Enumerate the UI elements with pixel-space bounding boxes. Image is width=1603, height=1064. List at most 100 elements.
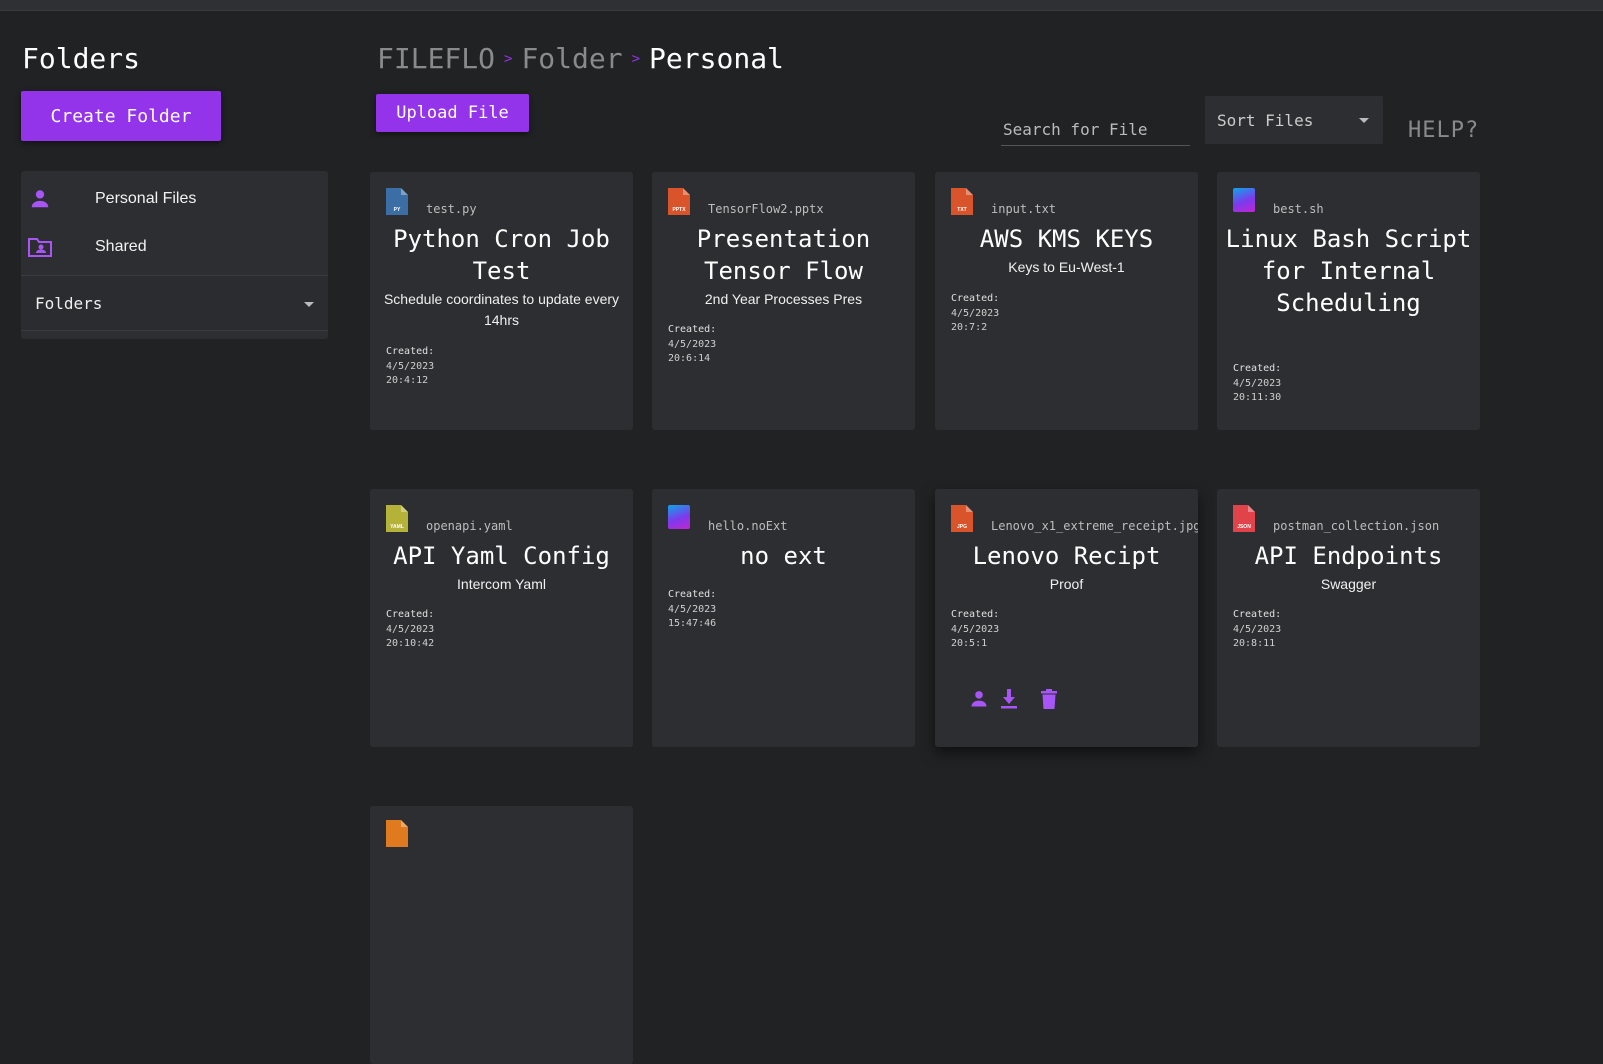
created-label: Created:: [386, 346, 435, 357]
file-created: Created: 4/5/2023 15:47:46: [668, 588, 716, 632]
chevron-down-icon: [1359, 118, 1369, 123]
created-time: 20:5:1: [951, 638, 988, 649]
created-time: 20:10:42: [386, 638, 435, 649]
search-input[interactable]: [1001, 113, 1190, 146]
created-date: 4/5/2023: [1233, 377, 1282, 389]
sidebar-item-shared[interactable]: Shared: [21, 225, 328, 269]
created-label: Created:: [951, 609, 1000, 620]
created-date: 4/5/2023: [386, 623, 435, 635]
sidebar-title: Folders: [22, 42, 141, 75]
file-card[interactable]: PY test.py Python Cron Job Test Schedule…: [370, 172, 633, 430]
file-title-text: API Endpoints: [1254, 542, 1443, 570]
file-card-partial[interactable]: [370, 806, 633, 1064]
file-description: Swagger: [1320, 576, 1377, 592]
file-created: Created: 4/5/2023 20:7:2: [951, 292, 999, 336]
file-created: Created: 4/5/2023 20:11:30: [1233, 362, 1281, 406]
created-label: Created:: [951, 293, 1000, 304]
created-date: 4/5/2023: [668, 338, 717, 350]
breadcrumb-current: Personal: [649, 42, 784, 75]
file-title-text: Presentation Tensor Flow: [696, 225, 871, 285]
file-name: Lenovo_x1_extreme_receipt.jpg: [991, 519, 1198, 533]
created-date: 4/5/2023: [386, 360, 435, 372]
breadcrumb: FILEFLO > Folder > Personal: [377, 42, 784, 75]
share-icon[interactable]: [967, 689, 991, 709]
download-icon[interactable]: [997, 689, 1021, 709]
file-title-text: Python Cron Job Test: [393, 225, 610, 285]
created-time: 20:7:2: [951, 322, 988, 333]
file-description: Schedule coordinates to update every 14h…: [383, 291, 620, 328]
file-title-text: API Yaml Config: [393, 542, 610, 570]
file-icon: PY: [386, 188, 408, 215]
top-app-bar: [0, 0, 1603, 11]
created-label: Created:: [1233, 363, 1282, 374]
file-title: Lenovo Recipt Proof: [943, 540, 1190, 595]
folders-dropdown[interactable]: Folders: [21, 275, 328, 331]
file-type-label: JPG: [957, 524, 967, 530]
breadcrumb-separator: >: [631, 50, 641, 67]
created-time: 20:11:30: [1233, 392, 1282, 403]
sidebar-item-label: Personal Files: [95, 190, 197, 207]
file-icon: JSON: [1233, 505, 1255, 532]
created-time: 20:8:11: [1233, 638, 1276, 649]
folders-dropdown-label: Folders: [35, 293, 103, 313]
sort-files-label: Sort Files: [1217, 111, 1314, 130]
sort-files-select[interactable]: Sort Files: [1205, 96, 1383, 144]
created-time: 20:4:12: [386, 375, 429, 386]
upload-file-button[interactable]: Upload File: [376, 94, 529, 132]
created-date: 4/5/2023: [1233, 623, 1282, 635]
created-date: 4/5/2023: [951, 623, 1000, 635]
folder-shared-icon: [25, 236, 55, 258]
breadcrumb-root[interactable]: FILEFLO: [377, 42, 495, 75]
file-card[interactable]: JSON postman_collection.json API Endpoin…: [1217, 489, 1480, 747]
file-created: Created: 4/5/2023 20:6:14: [668, 323, 716, 367]
file-description: Intercom Yaml: [457, 576, 546, 592]
file-title: no ext: [660, 540, 907, 574]
file-title: Linux Bash Script for Internal Schedulin…: [1225, 223, 1472, 321]
file-description: Proof: [1049, 576, 1084, 592]
file-created: Created: 4/5/2023 20:5:1: [951, 608, 999, 652]
file-name: input.txt: [991, 202, 1057, 216]
delete-icon[interactable]: [1037, 689, 1061, 709]
chevron-down-icon: [304, 302, 314, 307]
file-description: Keys to Eu-West-1: [1008, 259, 1125, 275]
file-card[interactable]: JPG Lenovo_x1_extreme_receipt.jpg Lenovo…: [935, 489, 1198, 747]
sidebar-item-label: Shared: [95, 238, 147, 255]
sidebar-item-personal-files[interactable]: Personal Files: [21, 177, 328, 221]
create-folder-button[interactable]: Create Folder: [21, 91, 221, 141]
file-title-text: no ext: [740, 542, 827, 570]
file-title-text: AWS KMS KEYS: [979, 225, 1154, 253]
breadcrumb-folder[interactable]: Folder: [521, 42, 622, 75]
created-label: Created:: [386, 609, 435, 620]
person-icon: [25, 188, 55, 210]
file-name: best.sh: [1273, 202, 1324, 216]
file-title-text: Linux Bash Script for Internal Schedulin…: [1225, 225, 1472, 317]
file-icon: PPTX: [668, 188, 690, 215]
file-name: openapi.yaml: [426, 519, 513, 533]
file-icon: TXT: [951, 188, 973, 215]
created-date: 4/5/2023: [668, 603, 717, 615]
file-title: API Endpoints Swagger: [1225, 540, 1472, 595]
file-title: API Yaml Config Intercom Yaml: [378, 540, 625, 595]
file-name: TensorFlow2.pptx: [708, 202, 824, 216]
file-card[interactable]: best.sh Linux Bash Script for Internal S…: [1217, 172, 1480, 430]
file-type-label: YAML: [390, 524, 404, 530]
file-type-label: JSON: [1237, 524, 1251, 530]
file-type-label: PY: [394, 207, 401, 213]
file-description: 2nd Year Processes Pres: [704, 291, 863, 307]
file-card[interactable]: TXT input.txt AWS KMS KEYS Keys to Eu-We…: [935, 172, 1198, 430]
file-icon: [668, 505, 690, 529]
file-created: Created: 4/5/2023 20:8:11: [1233, 608, 1281, 652]
created-label: Created:: [1233, 609, 1282, 620]
file-title: AWS KMS KEYS Keys to Eu-West-1: [943, 223, 1190, 278]
file-card[interactable]: YAML openapi.yaml API Yaml Config Interc…: [370, 489, 633, 747]
file-card[interactable]: hello.noExt no ext Created: 4/5/2023 15:…: [652, 489, 915, 747]
created-label: Created:: [668, 324, 717, 335]
sidebar-panel: Personal Files Shared Folders: [21, 171, 328, 339]
file-type-label: PPTX: [672, 207, 686, 213]
file-created: Created: 4/5/2023 20:10:42: [386, 608, 434, 652]
created-time: 20:6:14: [668, 353, 711, 364]
file-card[interactable]: PPTX TensorFlow2.pptx Presentation Tenso…: [652, 172, 915, 430]
file-type-label: TXT: [957, 207, 966, 213]
file-name: test.py: [426, 202, 477, 216]
help-link[interactable]: HELP?: [1408, 118, 1479, 143]
